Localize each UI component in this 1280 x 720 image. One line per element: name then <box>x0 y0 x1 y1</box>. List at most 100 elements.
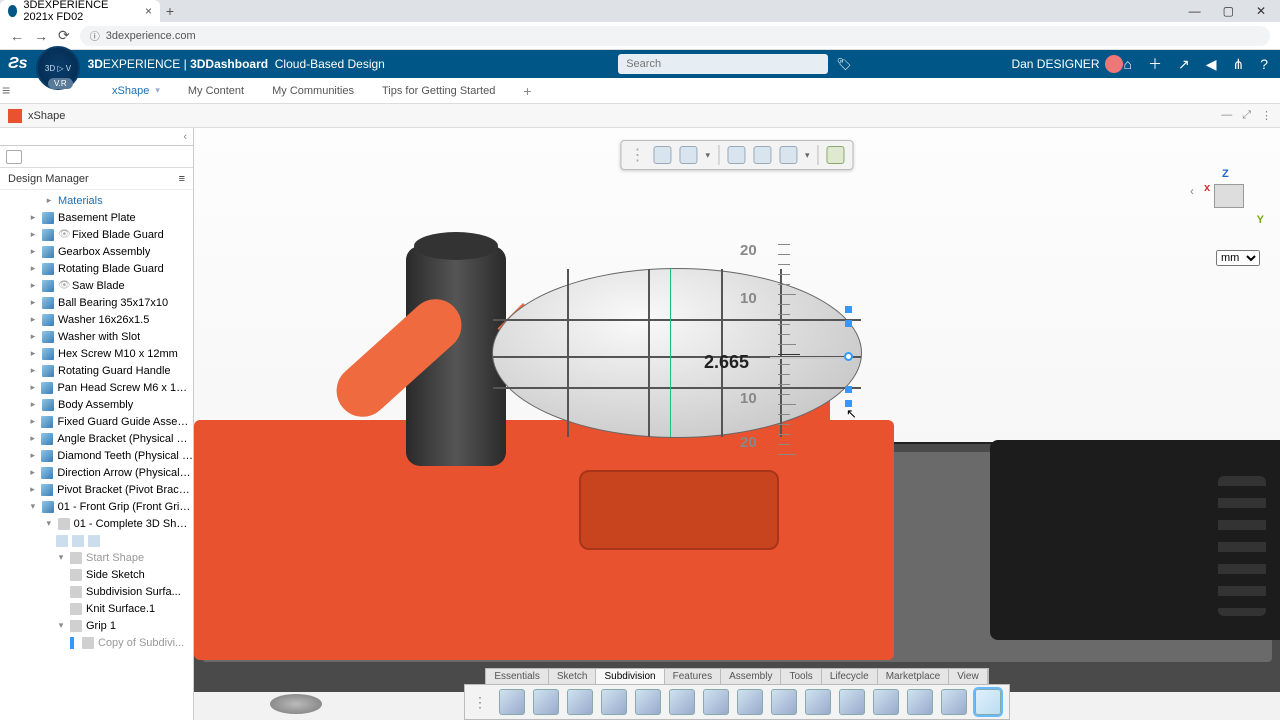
tool-revolve[interactable] <box>703 689 729 715</box>
tree-item[interactable]: ▸👁Saw Blade <box>0 277 193 294</box>
drag-handle[interactable] <box>844 352 853 361</box>
ptab-marketplace[interactable]: Marketplace <box>878 669 949 684</box>
tool-bridge[interactable] <box>907 689 933 715</box>
tree-subdivision[interactable]: Subdivision Surfa... <box>0 583 193 600</box>
close-tab-icon[interactable]: × <box>145 4 152 18</box>
tree-item[interactable]: ▸Direction Arrow (Physical Pr... <box>0 464 193 481</box>
global-search[interactable] <box>618 54 828 74</box>
chevron-down-icon[interactable]: ▾ <box>155 85 160 96</box>
tree-front-grip[interactable]: ▾01 - Front Grip (Front Grip ... <box>0 498 193 515</box>
tree-side-sketch[interactable]: Side Sketch <box>0 566 193 583</box>
tab-mycontent[interactable]: My Content <box>188 85 244 97</box>
tool-mirror[interactable] <box>839 689 865 715</box>
ptab-features[interactable]: Features <box>665 669 721 684</box>
help-icon[interactable]: ? <box>1260 56 1268 72</box>
url-input[interactable]: ⓘ 3dexperience.com <box>80 26 1270 46</box>
ptab-lifecycle[interactable]: Lifecycle <box>822 669 878 684</box>
unit-dropdown[interactable]: mm <box>1216 250 1260 266</box>
tree-copy[interactable]: Copy of Subdivi... <box>0 634 193 651</box>
tree-grip1[interactable]: ▾Grip 1 <box>0 617 193 634</box>
view-layers-icon[interactable] <box>779 146 797 164</box>
tree-start-shape[interactable]: ▾Start Shape <box>0 549 193 566</box>
panel-menu-icon[interactable]: ⋮ <box>1261 109 1272 122</box>
dimension-value[interactable]: 2.665 <box>704 352 749 373</box>
unit-select[interactable]: mm <box>1216 248 1260 266</box>
tree-item[interactable]: ▸Washer with Slot <box>0 328 193 345</box>
view-accept-icon[interactable] <box>827 146 845 164</box>
window-close-icon[interactable]: ✕ <box>1256 4 1266 18</box>
tree-item[interactable]: ▸Hex Screw M10 x 12mm <box>0 345 193 362</box>
tool-primitive[interactable] <box>499 689 525 715</box>
tool-cut[interactable] <box>873 689 899 715</box>
ptab-tools[interactable]: Tools <box>781 669 821 684</box>
tree-item[interactable]: ▸Angle Bracket (Physical Pro... <box>0 430 193 447</box>
add-tab-icon[interactable]: + <box>523 83 531 99</box>
home-icon[interactable]: ⌂ <box>1123 56 1131 72</box>
nav-reload-icon[interactable]: ⟳ <box>58 27 70 44</box>
edit-point[interactable] <box>845 306 852 313</box>
ptab-essentials[interactable]: Essentials <box>486 669 549 684</box>
nav-forward-icon[interactable]: → <box>34 28 48 44</box>
design-tree[interactable]: ▸Materials ▸Basement Plate ▸👁Fixed Blade… <box>0 190 193 720</box>
ptab-view[interactable]: View <box>949 669 988 684</box>
tree-item[interactable]: ▸Rotating Guard Handle <box>0 362 193 379</box>
tree-item[interactable]: ▸Rotating Blade Guard <box>0 260 193 277</box>
tool-analyze[interactable] <box>941 689 967 715</box>
tree-materials[interactable]: ▸Materials <box>0 192 193 209</box>
menu-icon[interactable]: ≡ <box>2 82 10 98</box>
tree-item[interactable]: ▸Diamond Teeth (Physical Pr... <box>0 447 193 464</box>
view-shaded-icon[interactable] <box>679 146 697 164</box>
tree-item[interactable]: ▸Washer 16x26x1.5 <box>0 311 193 328</box>
tool-grid[interactable] <box>567 689 593 715</box>
tree-item[interactable]: ▸Basement Plate <box>0 209 193 226</box>
panel-expand-icon[interactable]: ⤢ <box>1242 109 1251 122</box>
model-grip-surface[interactable] <box>492 268 862 438</box>
ptab-sketch[interactable]: Sketch <box>549 669 597 684</box>
tree-item[interactable]: ▸Gearbox Assembly <box>0 243 193 260</box>
tree-item[interactable]: ▸Ball Bearing 35x17x10 <box>0 294 193 311</box>
sidebar-menu-icon[interactable]: ≡ <box>179 173 185 185</box>
tab-xshape[interactable]: xShape <box>112 85 149 97</box>
panel-minimize-icon[interactable]: — <box>1221 109 1232 122</box>
tree-item[interactable]: ▸Body Assembly <box>0 396 193 413</box>
window-minimize-icon[interactable]: — <box>1189 4 1201 18</box>
new-tab-button[interactable]: + <box>160 3 180 19</box>
toolbar-grip-icon[interactable]: ⋮ <box>629 145 645 165</box>
tool-sweep[interactable] <box>669 689 695 715</box>
tool-subdivide[interactable] <box>771 689 797 715</box>
view-globe-icon[interactable] <box>653 146 671 164</box>
ptab-subdivision[interactable]: Subdivision <box>596 669 664 684</box>
tree-planes[interactable] <box>0 532 193 549</box>
view-fit-icon[interactable] <box>727 146 745 164</box>
tree-filter[interactable] <box>0 146 193 168</box>
user-badge[interactable]: Dan DESIGNER <box>1011 55 1123 73</box>
tool-symmetry[interactable] <box>975 689 1001 715</box>
tree-complete-shape[interactable]: ▾01 - Complete 3D Shap... <box>0 515 193 532</box>
apps-icon[interactable]: ⋔ <box>1232 56 1244 73</box>
add-icon[interactable]: ＋ <box>1148 54 1162 74</box>
tree-item[interactable]: ▸👁Fixed Blade Guard <box>0 226 193 243</box>
view-select-icon[interactable] <box>753 146 771 164</box>
nav-back-icon[interactable]: ← <box>10 28 24 44</box>
palette-grip-icon[interactable]: ⋮ <box>473 694 487 711</box>
ds-logo-icon[interactable]: Ƨs <box>8 55 28 73</box>
window-maximize-icon[interactable]: ▢ <box>1223 4 1234 18</box>
view-triad[interactable]: Z x Y <box>1200 168 1260 228</box>
triad-collapse-icon[interactable]: ‹ <box>1190 184 1194 198</box>
tree-knit[interactable]: Knit Surface.1 <box>0 600 193 617</box>
tag-icon[interactable]: 🏷 <box>836 57 851 71</box>
search-input[interactable] <box>618 54 828 74</box>
tool-box[interactable] <box>533 689 559 715</box>
tool-loft[interactable] <box>601 689 627 715</box>
browser-tab[interactable]: 3DEXPERIENCE 2021x FD02 × <box>0 0 160 22</box>
share-icon[interactable]: ↗ <box>1178 56 1190 73</box>
tree-item[interactable]: ▸Pan Head Screw M6 x 15mm <box>0 379 193 396</box>
tool-extrude[interactable] <box>635 689 661 715</box>
tab-mycommunities[interactable]: My Communities <box>272 85 354 97</box>
edit-point[interactable] <box>845 386 852 393</box>
tab-tips[interactable]: Tips for Getting Started <box>382 85 495 97</box>
tool-bend[interactable] <box>737 689 763 715</box>
notify-icon[interactable]: ◀ <box>1206 56 1217 73</box>
tree-item[interactable]: ▸Fixed Guard Guide Assembly <box>0 413 193 430</box>
edit-point[interactable] <box>845 320 852 327</box>
